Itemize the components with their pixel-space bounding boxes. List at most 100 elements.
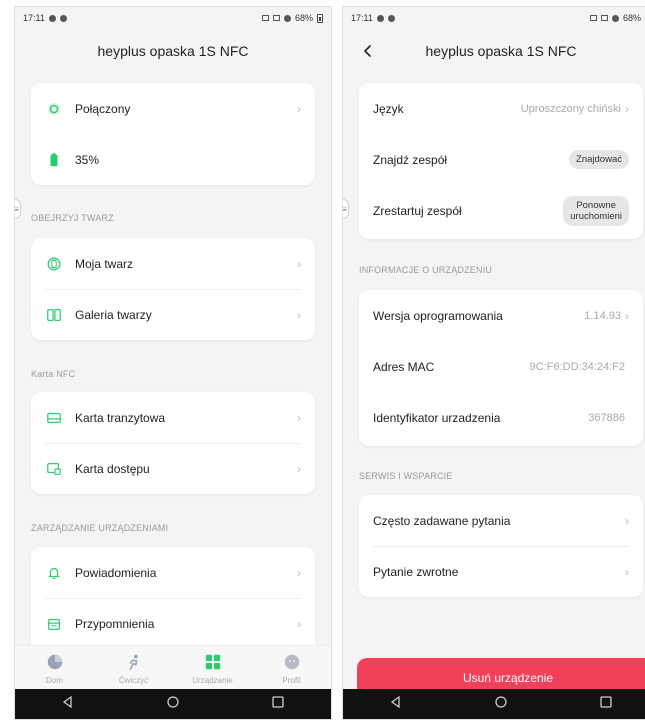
battery-label: 35%: [75, 152, 100, 167]
chevron-right-icon: ›: [297, 616, 301, 631]
row-my-face[interactable]: Moja twarz ›: [31, 238, 315, 289]
row-find-band: Znajdź zespół Znajdować: [359, 134, 643, 185]
access-card-label: Karta dostępu: [75, 461, 150, 476]
settings-status-icon: [376, 14, 384, 22]
find-band-button[interactable]: Znajdować: [569, 150, 629, 169]
chevron-right-icon: ›: [297, 101, 301, 116]
row-face-gallery[interactable]: Galeria twarzy ›: [31, 289, 315, 340]
section-title-manage: ZARZĄDZANIE URZĄDZENIAMI: [31, 523, 169, 533]
device-id-value: 367886: [588, 411, 625, 424]
tab-home[interactable]: Dom: [20, 652, 90, 685]
language-label: Język: [373, 101, 404, 116]
connection-label: Połączony: [75, 101, 131, 116]
language-value: Uproszczony chiński: [520, 102, 621, 115]
bottom-tab-bar: Dom Ćwiczyć Urządzenie Profil: [15, 645, 331, 691]
notifications-label: Powiadomienia: [75, 565, 157, 580]
support-card: Często zadawane pytania › Pytanie zwrotn…: [359, 495, 643, 597]
row-access-card[interactable]: Karta dostępu ›: [31, 443, 315, 494]
row-faq[interactable]: Często zadawane pytania ›: [359, 495, 643, 546]
row-reminders[interactable]: Przypomnienia ›: [31, 598, 315, 649]
connected-icon: [45, 100, 63, 118]
side-handle[interactable]: ≡: [15, 199, 21, 219]
chevron-right-icon: ›: [297, 461, 301, 476]
device-info-card: Wersja oprogramowania 1.14.93 › Adres MA…: [359, 290, 643, 446]
access-card-icon: [45, 460, 63, 478]
restart-band-button[interactable]: Ponowne uruchomieni: [563, 195, 629, 226]
row-notifications[interactable]: Powiadomienia ›: [31, 547, 315, 598]
my-face-label: Moja twarz: [75, 256, 134, 271]
section-title-faces: OBEJRZYJ TWARZ: [31, 213, 114, 223]
recents-nav-icon[interactable]: [599, 695, 613, 714]
watch-face-icon: [45, 255, 63, 273]
tab-exercise[interactable]: Ćwiczyć: [99, 652, 169, 685]
chevron-right-icon: ›: [297, 565, 301, 580]
row-transit-card[interactable]: Karta tranzytowa ›: [31, 392, 315, 443]
recents-nav-icon[interactable]: [271, 695, 285, 714]
firmware-label: Wersja oprogramowania: [373, 308, 503, 323]
play-status-icon: [59, 14, 67, 22]
side-handle[interactable]: ≡: [343, 199, 349, 219]
chevron-right-icon: ›: [297, 410, 301, 425]
restart-button-line2: uruchomieni: [570, 210, 622, 222]
row-mac: Adres MAC 9C:F6:DD:34:24:F2: [359, 341, 643, 392]
tab-profile[interactable]: Profil: [257, 652, 327, 685]
profile-icon: [282, 652, 302, 672]
restart-band-label: Zrestartuj zespół: [373, 203, 462, 218]
device-id-label: Identyfikator urzadzenia: [373, 410, 501, 425]
row-device-id: Identyfikator urzadzenia 367886: [359, 392, 643, 443]
find-band-label: Znajdź zespół: [373, 152, 448, 167]
reminders-label: Przypomnienia: [75, 616, 155, 631]
page-title: heyplus opaska 1S NFC: [425, 43, 577, 59]
status-time: 17:11: [23, 13, 45, 23]
device-grid-icon: [203, 652, 223, 672]
page-title-bar: heyplus opaska 1S NFC: [343, 35, 645, 67]
feedback-label: Pytanie zwrotne: [373, 564, 459, 579]
tab-device[interactable]: Urządzenie: [178, 652, 248, 685]
chevron-right-icon: ›: [297, 307, 301, 322]
transit-card-icon: [45, 409, 63, 427]
manage-card: Powiadomienia › Przypomnienia ›: [31, 547, 315, 657]
settings-status-icon: [48, 14, 56, 22]
wifi-status-icon: [611, 14, 619, 22]
chevron-right-icon: ›: [625, 513, 629, 528]
status-time: 17:11: [351, 13, 373, 23]
play-status-icon: [387, 14, 395, 22]
row-firmware[interactable]: Wersja oprogramowania 1.14.93 ›: [359, 290, 643, 341]
vibrate-status-icon: [272, 15, 280, 21]
home-nav-icon[interactable]: [494, 695, 508, 714]
calendar-icon: [45, 615, 63, 633]
bell-icon: [45, 564, 63, 582]
tab-label: Dom: [46, 676, 63, 685]
back-arrow-icon[interactable]: [357, 40, 379, 62]
home-nav-icon[interactable]: [166, 695, 180, 714]
settings-card: Język Uproszczony chiński › Znajdź zespó…: [359, 83, 643, 239]
home-icon: [45, 652, 65, 672]
back-nav-icon[interactable]: [389, 695, 403, 714]
running-icon: [124, 652, 144, 672]
battery-percent: 68%: [622, 13, 641, 23]
tab-label: Urządzenie: [192, 676, 233, 685]
status-card: Połączony › 35%: [31, 83, 315, 185]
transit-card-label: Karta tranzytowa: [75, 410, 166, 425]
nfc-card: Karta tranzytowa › Karta dostępu ›: [31, 392, 315, 494]
nfc-status-icon: [589, 15, 597, 21]
battery-level-icon: [45, 151, 63, 169]
row-language[interactable]: Język Uproszczony chiński ›: [359, 83, 643, 134]
row-feedback[interactable]: Pytanie zwrotne ›: [359, 546, 643, 597]
android-nav-bar: [15, 689, 331, 719]
chevron-right-icon: ›: [297, 256, 301, 271]
faces-card: Moja twarz › Galeria twarzy ›: [31, 238, 315, 340]
nfc-status-icon: [261, 15, 269, 21]
page-title: heyplus opaska 1S NFC: [97, 43, 249, 59]
firmware-value: 1.14.93: [584, 309, 621, 322]
right-phone-screen: 17:11 68% heyplus opaska 1S NFC ≡ Język …: [342, 6, 645, 720]
chevron-right-icon: ›: [625, 101, 629, 116]
back-nav-icon[interactable]: [61, 695, 75, 714]
chevron-right-icon: ›: [625, 564, 629, 579]
face-gallery-label: Galeria twarzy: [75, 307, 152, 322]
mac-label: Adres MAC: [373, 359, 435, 374]
section-title-nfc: Karta NFC: [31, 369, 76, 379]
section-title-info: INFORMACJE O URZĄDZENIU: [359, 265, 493, 275]
connection-row[interactable]: Połączony ›: [31, 83, 315, 134]
battery-icon: [317, 13, 323, 23]
